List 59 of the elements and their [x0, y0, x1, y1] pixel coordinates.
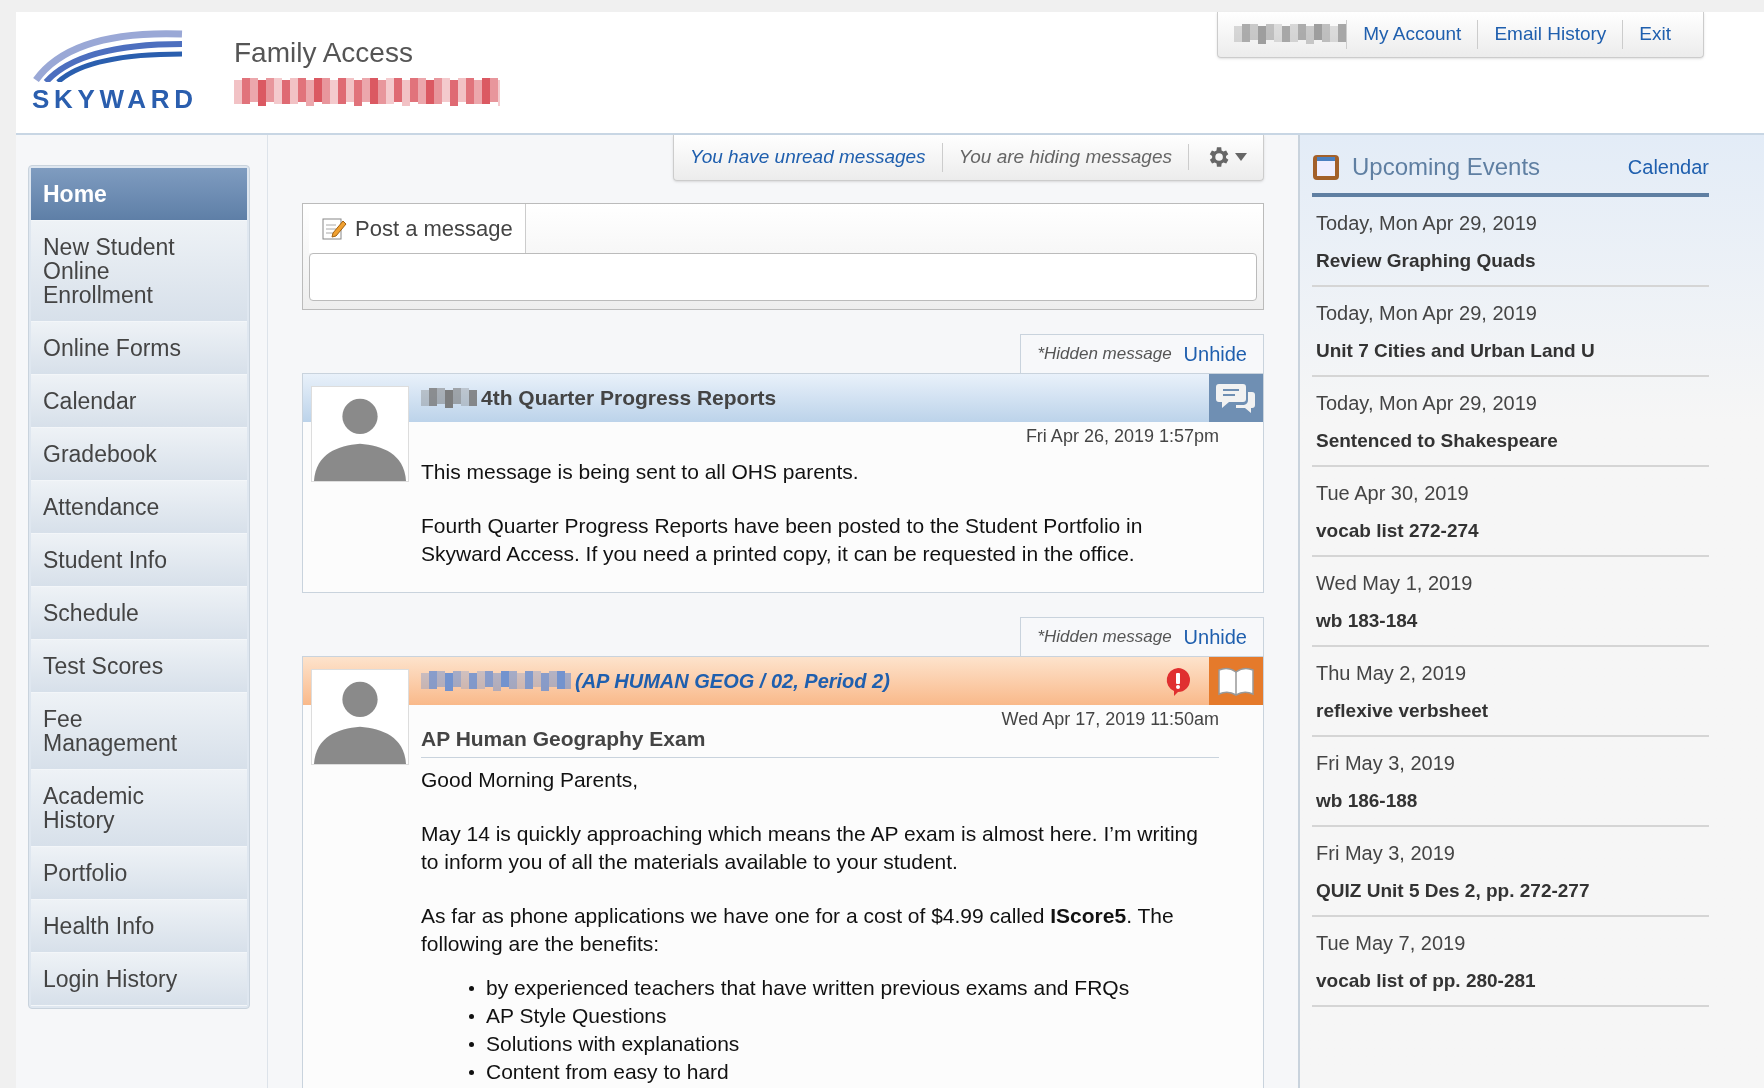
bullet-text: by experienced teachers that have written previous exams and FRQs [486, 974, 1130, 1001]
bullet-text: Solutions with explanations [486, 1030, 740, 1057]
message-paragraph: This message is being sent to all OHS parents. [421, 458, 860, 485]
event-date: Fri May 3, 2019 [1316, 751, 1456, 775]
header-link[interactable]: Exit [1622, 20, 1687, 49]
sidebar-item[interactable]: Attendance [31, 481, 247, 534]
event-date: Today, Mon Apr 29, 2019 [1316, 301, 1538, 325]
sidebar-item[interactable]: Health Info [31, 900, 247, 953]
event-link[interactable]: wb 183-184 [1316, 609, 1705, 633]
bullet-text: AP Style Questions [486, 1002, 667, 1029]
event-link[interactable]: vocab list 272-274 [1316, 519, 1705, 543]
hidden-message-note: *Hidden message [1037, 625, 1172, 648]
calendar-link[interactable]: Calendar [1627, 152, 1709, 182]
sidebar-item[interactable]: New Student Online Enrollment [31, 221, 247, 322]
sidebar-item[interactable]: Online Forms [31, 322, 247, 375]
sidebar-item[interactable]: Test Scores [31, 640, 247, 693]
event-link[interactable]: Review Graphing Quads [1316, 249, 1705, 273]
message-date: Fri Apr 26, 2019 1:57pm [1025, 424, 1219, 448]
bullet-text: Content from easy to hard [486, 1058, 729, 1085]
sidebar-item[interactable]: Portfolio [31, 847, 247, 900]
event-link[interactable]: vocab list of pp. 280-281 [1316, 969, 1705, 993]
event-link[interactable]: Sentenced to Shakespeare [1316, 429, 1705, 453]
app-title: Family Access [234, 36, 414, 70]
message-course: (AP HUMAN GEOG / 02, Period 2) [575, 668, 890, 694]
event-date: Today, Mon Apr 29, 2019 [1316, 391, 1538, 415]
event-date: Tue Apr 30, 2019 [1316, 481, 1470, 505]
event-link[interactable]: reflexive verbsheet [1316, 699, 1705, 723]
event-link[interactable]: QUIZ Unit 5 Des 2, pp. 272-277 [1316, 879, 1705, 903]
sidebar-item[interactable]: Calendar [31, 375, 247, 428]
sidebar-item[interactable]: Fee Management [31, 693, 247, 770]
message-date: Wed Apr 17, 2019 11:50am [1001, 707, 1219, 731]
post-message-tab[interactable]: Post a message [309, 203, 526, 253]
header-link[interactable]: Email History [1477, 20, 1623, 49]
event-date: Thu May 2, 2019 [1316, 661, 1468, 685]
message-paragraph: May 14 is quickly approaching which means the AP exam is almost here. I’m writing to inform you of all the materials available to your student. [421, 820, 1199, 875]
logo-text: SKYWARD [32, 83, 198, 116]
upcoming-events-title: Upcoming Events [1352, 152, 1541, 182]
sidebar-item[interactable]: Student Info [31, 534, 247, 587]
message-paragraph: Good Morning Parents, [421, 766, 640, 793]
event-date: Wed May 1, 2019 [1316, 571, 1474, 595]
sidebar-item[interactable]: Academic History [31, 770, 247, 847]
hidden-message-note: *Hidden message [1037, 342, 1172, 365]
event-link[interactable]: Unit 7 Cities and Urban Land U [1316, 339, 1705, 363]
unread-messages-link[interactable]: You have unread messages [674, 143, 942, 172]
sidebar-item[interactable]: Login History [31, 953, 247, 1006]
message-subject: AP Human Geography Exam [421, 726, 706, 750]
event-date: Fri May 3, 2019 [1316, 841, 1456, 865]
hiding-messages-link[interactable]: You are hiding messages [941, 143, 1188, 172]
message-paragraph: Fourth Quarter Progress Reports have been posted to the Student Portfolio in Skyward Access. If you need a printed copy, it can be requested in the office. [421, 512, 1144, 567]
sidebar-item[interactable]: Gradebook [31, 428, 247, 481]
message-paragraph: As far as phone applications we have one for a cost of $4.99 called IScore5. The following are the benefits: [421, 902, 1175, 957]
header-link[interactable]: My Account [1346, 20, 1478, 49]
message-title: 4th Quarter Progress Reports [481, 384, 777, 411]
unhide-link[interactable]: Unhide [1183, 621, 1247, 652]
sidebar-item[interactable]: Schedule [31, 587, 247, 640]
event-link[interactable]: wb 186-188 [1316, 789, 1705, 813]
event-date: Tue May 7, 2019 [1316, 931, 1467, 955]
unhide-link[interactable]: Unhide [1183, 338, 1247, 369]
event-date: Today, Mon Apr 29, 2019 [1316, 211, 1538, 235]
